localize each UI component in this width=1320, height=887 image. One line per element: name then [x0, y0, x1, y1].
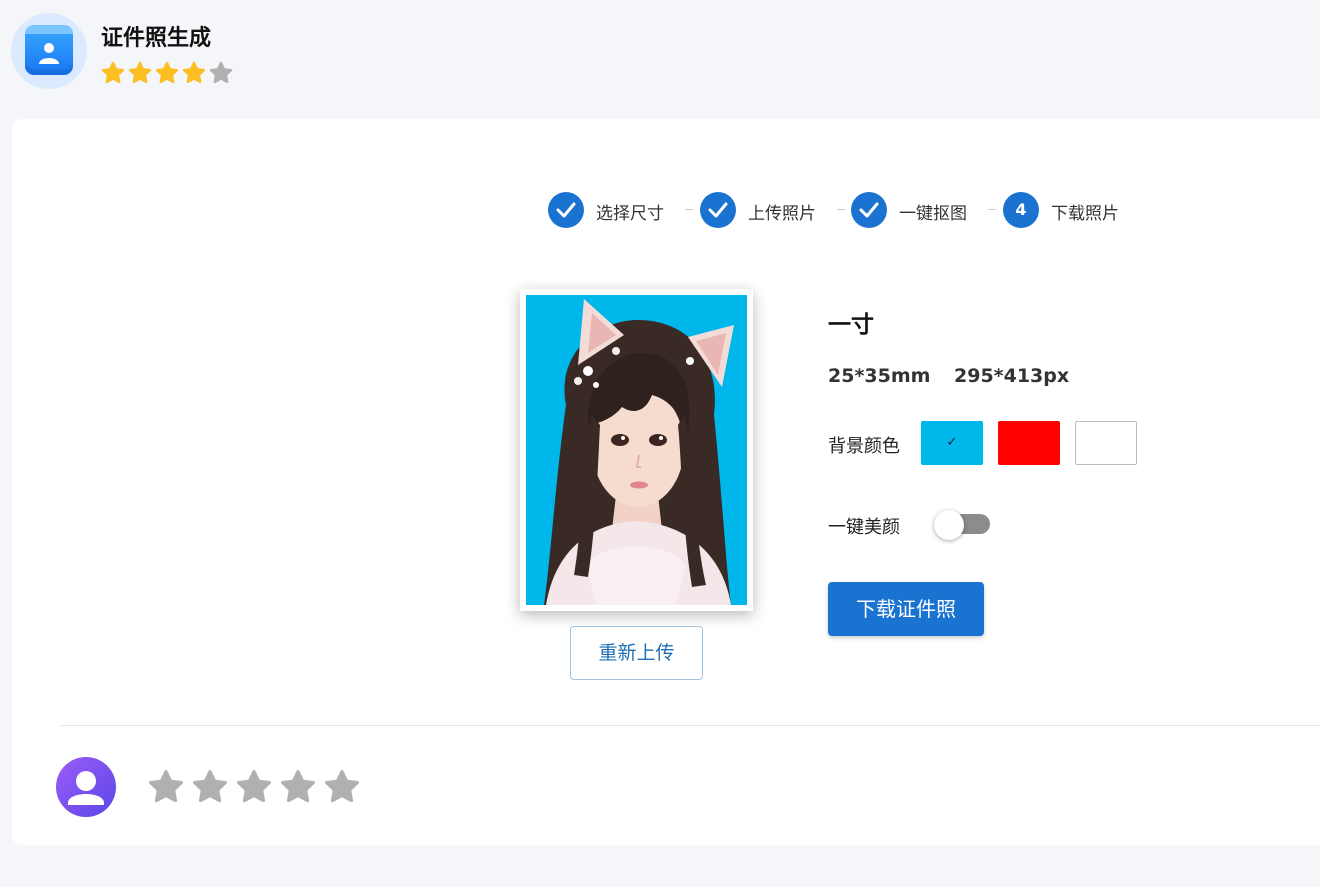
main-card: 选择尺寸 上传照片 一键抠图 4 下载照片 重新上传 一寸 25*35mm 29…	[12, 119, 1320, 845]
background-swatch-red[interactable]	[998, 421, 1060, 465]
check-icon: ✓	[946, 435, 958, 450]
reupload-button[interactable]: 重新上传	[570, 626, 703, 680]
step-label: 上传照片	[748, 204, 816, 224]
id-photo-preview	[526, 295, 747, 605]
star-icon[interactable]	[192, 769, 228, 805]
app-header: 证件照生成	[0, 0, 1320, 110]
toggle-knob	[934, 510, 964, 540]
beauty-toggle[interactable]	[934, 509, 992, 541]
star-icon	[101, 61, 125, 84]
size-name: 一寸	[828, 312, 874, 338]
person-icon	[39, 43, 59, 64]
photo-preview-frame	[520, 289, 753, 611]
star-icon[interactable]	[324, 769, 360, 805]
checkmark-icon	[859, 202, 879, 218]
step-current-circle: 4	[1003, 192, 1039, 228]
id-card-icon	[25, 25, 73, 75]
user-rating[interactable]	[148, 769, 368, 805]
star-icon[interactable]	[280, 769, 316, 805]
step-separator	[685, 209, 693, 210]
divider	[60, 725, 1320, 726]
step-complete-circle	[548, 192, 584, 228]
checkmark-icon	[708, 202, 728, 218]
background-swatch-white[interactable]	[1075, 421, 1137, 465]
size-mm: 25*35mm	[828, 365, 931, 387]
download-id-photo-button[interactable]: 下载证件照	[828, 582, 984, 636]
step-complete-circle	[851, 192, 887, 228]
step-separator	[837, 209, 845, 210]
step-number: 4	[1015, 200, 1027, 219]
beauty-toggle-label: 一键美颜	[828, 517, 900, 538]
star-icon	[155, 61, 179, 84]
star-icon[interactable]	[148, 769, 184, 805]
portrait-image	[544, 299, 734, 605]
step-label: 一键抠图	[899, 204, 967, 224]
star-icon	[128, 61, 152, 84]
step-label: 下载照片	[1051, 204, 1119, 224]
app-rating	[101, 61, 236, 85]
app-icon-badge	[11, 13, 87, 89]
background-color-label: 背景颜色	[828, 436, 900, 457]
star-icon	[209, 61, 233, 84]
step-separator	[988, 209, 996, 210]
avatar	[56, 757, 116, 817]
app-title: 证件照生成	[101, 26, 212, 51]
size-px: 295*413px	[954, 365, 1070, 387]
user-icon	[68, 771, 104, 805]
step-label: 选择尺寸	[596, 204, 664, 224]
background-swatch-blue[interactable]: ✓	[921, 421, 983, 465]
star-icon[interactable]	[236, 769, 272, 805]
checkmark-icon	[556, 202, 576, 218]
star-icon	[182, 61, 206, 84]
step-complete-circle	[700, 192, 736, 228]
